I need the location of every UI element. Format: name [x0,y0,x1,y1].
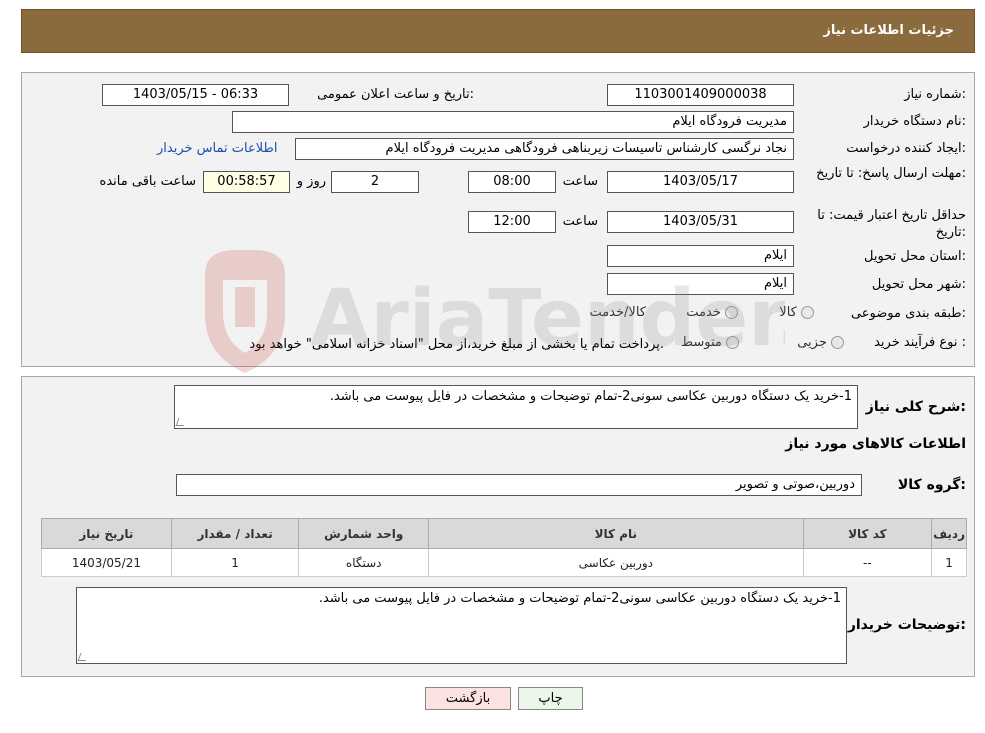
radio-icon[interactable] [801,306,814,319]
category-option-service-label: خدمت [686,305,721,320]
process-option-small[interactable]: جزیی [797,335,866,350]
col-unit-header: واحد شمارش [298,518,430,549]
buyer-notes-textarea[interactable]: 1-خرید یک دستگاه دوربین عکاسی سونی2-تمام… [76,587,847,664]
buyer-org-field: مدیریت فرودگاه ایلام [232,111,794,133]
radio-icon[interactable] [726,336,739,349]
process-option-small-label: جزیی [797,335,827,350]
buyer-org-label: نام دستگاه خریدار: [863,114,966,129]
validity-time-field: 12:00 [468,211,556,233]
cell-unit: دستگاه [298,548,430,577]
radio-icon[interactable] [725,306,738,319]
radio-icon[interactable] [831,336,844,349]
days-remaining-field: 2 [331,171,419,193]
col-date-header: تاریخ نیاز [41,518,172,549]
need-summary-textarea[interactable]: 1-خرید یک دستگاه دوربین عکاسی سونی2-تمام… [174,385,858,429]
resize-grip-icon[interactable] [77,653,89,661]
page-title: جزئیات اطلاعات نیاز [823,23,954,38]
cell-need-date: 1403/05/21 [41,548,172,577]
category-option-goods-service[interactable]: کالا/خدمت [589,305,646,320]
need-summary-text: 1-خرید یک دستگاه دوربین عکاسی سونی2-تمام… [329,389,852,404]
need-info-panel: شماره نیاز: 1103001409000038 تاریخ و ساع… [21,72,975,367]
category-option-goods[interactable]: کالا [779,305,834,320]
need-details-panel: شرح کلی نیاز: 1-خرید یک دستگاه دوربین عک… [21,376,975,677]
validity-date-field: 1403/05/31 [607,211,794,233]
cell-item-name: دوربین عکاسی [428,548,804,577]
time-remaining-field: 00:58:57 [203,171,290,193]
need-number-label: شماره نیاز: [904,87,966,102]
resize-grip-icon[interactable] [175,418,187,426]
goods-info-title: اطلاعات کالاهای مورد نیاز [785,436,966,452]
print-button[interactable]: چاپ [518,687,583,710]
time-remaining-label: ساعت باقی مانده [99,174,196,189]
goods-group-label: گروه کالا: [897,477,966,493]
cell-item-code: -- [802,548,933,577]
process-type-label: نوع فرآیند خرید : [874,335,966,350]
process-option-medium[interactable]: متوسط [681,335,759,350]
creator-label: ایجاد کننده درخواست: [846,141,966,156]
province-field: ایلام [607,245,794,267]
treasury-note: پرداخت تمام یا بخشی از مبلغ خرید،از محل … [249,337,664,352]
goods-group-field: دوربین،صوتی و تصویر [176,474,862,496]
goods-table: ردیف کد کالا نام کالا واحد شمارش تعداد /… [41,518,967,577]
deadline-label: مهلت ارسال پاسخ: تا تاریخ: [816,166,966,181]
col-qty-header: تعداد / مقدار [170,518,300,549]
back-button[interactable]: بازگشت [425,687,511,710]
table-row: 1 -- دوربین عکاسی دستگاه 1 1403/05/21 [41,548,967,577]
col-code-header: کد کالا [802,518,933,549]
col-row-header: ردیف [931,518,967,549]
category-label: طبقه بندی موضوعی: [850,306,966,321]
table-header-row: ردیف کد کالا نام کالا واحد شمارش تعداد /… [41,518,967,549]
announce-datetime-label: تاریخ و ساعت اعلان عمومی: [317,87,474,102]
category-option-goods-service-label: کالا/خدمت [589,305,646,320]
header-bar: جزئیات اطلاعات نیاز [21,9,975,53]
price-validity-label: حداقل تاریخ اعتبار قیمت: تا تاریخ: [817,208,966,240]
category-option-goods-label: کالا [779,305,797,320]
buyer-notes-text: 1-خرید یک دستگاه دوربین عکاسی سونی2-تمام… [318,591,841,606]
deadline-time-label: ساعت [562,174,598,189]
cell-quantity: 1 [170,548,300,577]
need-summary-label: شرح کلی نیاز: [865,399,966,415]
cell-row-number: 1 [931,548,967,577]
city-field: ایلام [607,273,794,295]
buyer-contact-link[interactable]: اطلاعات تماس خریدار [157,141,277,156]
deadline-date-field: 1403/05/17 [607,171,794,193]
city-label: شهر محل تحویل: [871,277,966,292]
col-name-header: نام کالا [428,518,804,549]
announce-datetime-field: 1403/05/15 - 06:33 [102,84,289,106]
validity-time-label: ساعت [562,214,598,229]
process-option-medium-label: متوسط [681,335,722,350]
creator-field: نجاد نرگسی کارشناس تاسیسات زیربناهی فرود… [295,138,794,160]
days-label: روز و [296,174,326,189]
buyer-notes-label: توضیحات خریدار: [847,617,966,633]
deadline-time-field: 08:00 [468,171,556,193]
need-number-field: 1103001409000038 [607,84,794,106]
category-option-service[interactable]: خدمت [686,305,754,320]
province-label: استان محل تحویل: [864,249,966,264]
